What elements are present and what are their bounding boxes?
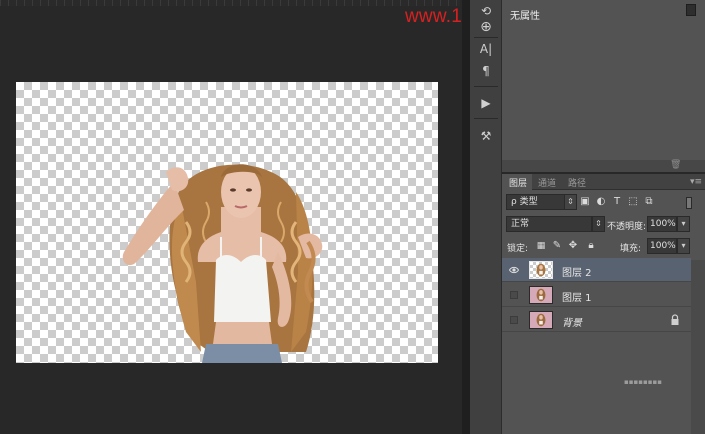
woman-cutout-photo [122,164,323,363]
actions-icon[interactable]: ▶ [476,94,496,112]
toolstrip-divider [474,37,498,38]
chevron-down-icon[interactable]: ⇕ [592,216,605,232]
opacity-input[interactable]: 100% [647,216,677,232]
visibility-toggle-off[interactable] [510,316,518,324]
panel-dock-separator[interactable] [462,0,470,434]
lock-all-icon[interactable]: 🔒︎ [584,238,598,254]
toolstrip-divider [474,118,498,119]
fill-label: 填充: [620,244,642,254]
layer-name[interactable]: 背景 [562,314,582,329]
layer-row-layer-1[interactable]: 图层 1 [502,283,691,307]
lock-fill-row: 锁定: ▦ ✎ ✥ 🔒︎ 填充: 100% ▾ [502,238,705,256]
visibility-toggle-off[interactable] [510,291,518,299]
paragraph-icon[interactable]: ¶ [476,62,496,80]
layer-thumbnail [529,311,553,329]
lock-icon [671,314,679,325]
properties-empty-label: 无属性 [510,11,540,22]
shape-filter-icon[interactable]: ⬚ [626,194,640,210]
layer-name[interactable]: 图层 2 [562,264,592,279]
eye-icon[interactable] [509,265,519,275]
character-icon[interactable]: A| [476,40,496,58]
panel-resize-grip[interactable]: ▪▪▪▪▪▪▪▪ [624,378,662,386]
blend-mode-select[interactable]: 正常 [506,216,592,232]
layers-panel: 图层 通道 路径 ▾≡ ρ 类型 ⇕ ▣ ◐ T ⬚ ⧉ 正常 ⇕ 不透明度: … [502,174,705,434]
layers-scrollbar[interactable] [691,260,705,434]
fill-input[interactable]: 100% [647,238,677,254]
collapsed-panels-strip: ⟲ ⊕ A| ¶ ▶ ⚒ [470,0,502,434]
tab-channels[interactable]: 通道 [538,176,556,189]
chevron-down-icon[interactable]: ⇕ [564,194,577,210]
tool-presets-icon[interactable]: ⚒ [476,127,496,145]
layer-thumbnail [529,286,553,304]
type-filter-icon[interactable]: T [610,194,624,210]
photoshop-window: www.16xx8.com ⟲ ⊕ A| ¶ ▶ ⚒ 无属性 🗑 图层 通道 路… [0,0,705,434]
trash-icon[interactable]: 🗑 [670,160,681,170]
lock-transparent-icon[interactable]: ▦ [534,238,548,254]
layer-filter-row: ρ 类型 ⇕ ▣ ◐ T ⬚ ⧉ [502,194,705,212]
image-filter-icon[interactable]: ▣ [578,194,592,210]
tab-layers[interactable]: 图层 [509,176,527,189]
tab-paths[interactable]: 路径 [568,176,586,189]
layer-row-background[interactable]: 背景 [502,308,691,332]
smart-object-filter-icon[interactable]: ⧉ [642,194,656,210]
layer-row-layer-2[interactable]: 图层 2 [502,258,691,282]
filter-toggle-switch[interactable] [686,197,692,209]
horizontal-ruler [0,0,460,6]
layer-name[interactable]: 图层 1 [562,289,592,304]
document-canvas[interactable] [16,82,438,363]
lock-pixels-brush-icon[interactable]: ✎ [550,238,564,254]
panel-scroll-handle[interactable] [686,4,696,16]
panel-menu-icon[interactable]: ▾≡ [690,177,702,187]
lock-label: 锁定: [507,244,529,254]
opacity-label: 不透明度: [607,222,647,232]
lock-position-move-icon[interactable]: ✥ [566,238,580,254]
color-icon[interactable]: ⊕ [476,18,496,36]
filter-kind-select[interactable]: ρ 类型 [506,194,566,210]
toolstrip-divider [474,86,498,87]
properties-panel: 无属性 [502,0,705,172]
chevron-down-icon[interactable]: ▾ [677,238,690,254]
adjustment-filter-icon[interactable]: ◐ [594,194,608,210]
layer-thumbnail [529,261,553,279]
blend-opacity-row: 正常 ⇕ 不透明度: 100% ▾ [502,216,705,234]
chevron-down-icon[interactable]: ▾ [677,216,690,232]
panel-tab-bar: 图层 通道 路径 ▾≡ [502,174,705,190]
